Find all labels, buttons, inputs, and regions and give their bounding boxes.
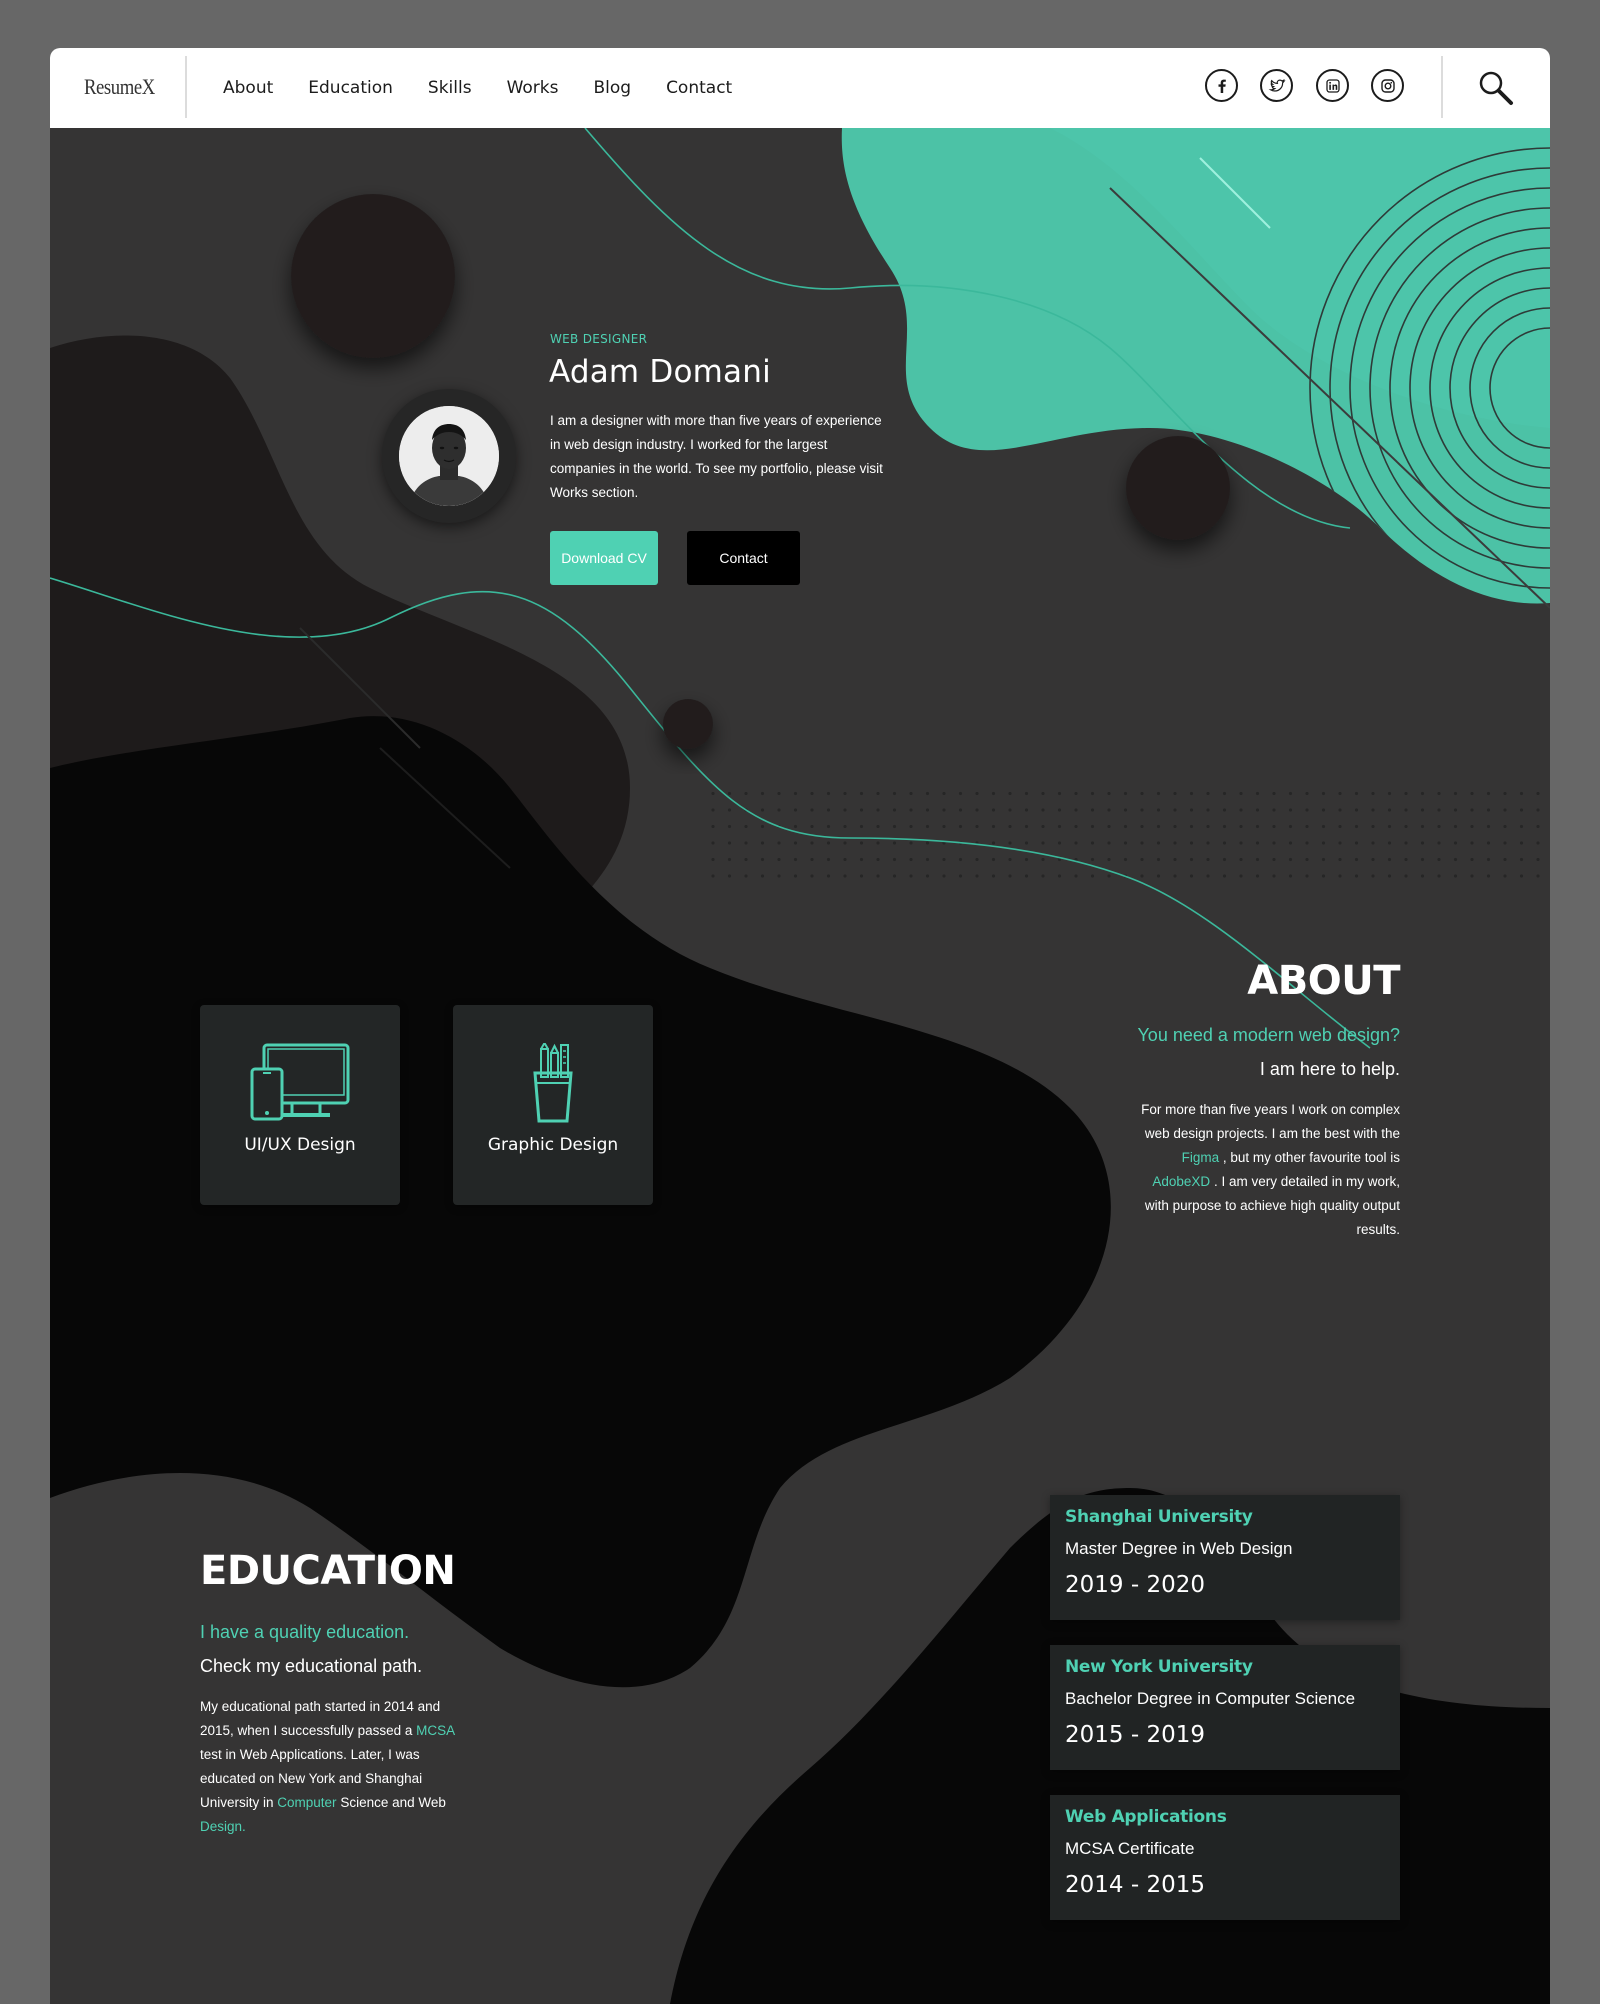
education-text: My educational path started in 2014 and …	[200, 1695, 460, 1839]
about-text: For more than five years I work on compl…	[1130, 1098, 1400, 1242]
main-menu: About Education Skills Works Blog Contac…	[223, 48, 767, 128]
pencil-cup-icon	[533, 1043, 573, 1123]
education-school: Shanghai University	[1065, 1507, 1253, 1527]
education-text-part: My educational path started in 2014 and …	[200, 1699, 441, 1738]
design-link[interactable]: Design.	[200, 1819, 246, 1834]
top-navbar: ResumeX About Education Skills Works Blo…	[50, 48, 1550, 128]
education-card: Web Applications MCSA Certificate 2014 -…	[1050, 1795, 1400, 1920]
devices-icon	[250, 1043, 350, 1121]
mcsa-link[interactable]: MCSA	[416, 1723, 454, 1738]
nav-item-education[interactable]: Education	[308, 78, 393, 98]
hero-role: WEB DESIGNER	[550, 332, 648, 346]
avatar	[399, 406, 499, 506]
hero-name: Adam Domani	[549, 354, 771, 390]
education-subtitle: I have a quality education.	[200, 1622, 410, 1642]
skill-label: UI/UX Design	[244, 1135, 356, 1155]
education-degree: Master Degree in Web Design	[1065, 1539, 1293, 1558]
education-title: EDUCATION	[200, 1548, 456, 1594]
education-degree: Bachelor Degree in Computer Science	[1065, 1689, 1356, 1708]
download-cv-button[interactable]: Download CV	[550, 531, 658, 585]
navbar-divider	[1441, 56, 1443, 118]
education-years: 2015 - 2019	[1065, 1722, 1205, 1748]
page-frame: ResumeX About Education Skills Works Blo…	[50, 48, 1550, 2004]
computer-link[interactable]: Computer	[277, 1795, 336, 1810]
contact-button[interactable]: Contact	[687, 531, 800, 585]
nav-item-contact[interactable]: Contact	[666, 78, 732, 98]
linkedin-icon[interactable]	[1316, 69, 1349, 102]
about-tagline: I am here to help.	[1259, 1059, 1400, 1079]
education-text-part: Science and Web	[336, 1795, 446, 1810]
about-subtitle: You need a modern web design?	[1137, 1025, 1400, 1045]
about-text-part: For more than five years I work on compl…	[1141, 1102, 1400, 1141]
search-icon[interactable]	[1476, 68, 1516, 108]
instagram-icon[interactable]	[1371, 69, 1404, 102]
skill-card-graphic[interactable]: Graphic Design	[453, 1005, 653, 1205]
nav-item-blog[interactable]: Blog	[593, 78, 631, 98]
education-school: Web Applications	[1065, 1807, 1227, 1827]
education-card: Shanghai University Master Degree in Web…	[1050, 1495, 1400, 1620]
nav-item-skills[interactable]: Skills	[428, 78, 472, 98]
about-text-part: , but my other favourite tool is	[1219, 1150, 1400, 1165]
twitter-icon[interactable]	[1260, 69, 1293, 102]
logo[interactable]: ResumeX	[84, 74, 155, 100]
nav-item-works[interactable]: Works	[507, 78, 559, 98]
nav-item-about[interactable]: About	[223, 78, 273, 98]
education-years: 2019 - 2020	[1065, 1572, 1205, 1598]
facebook-icon[interactable]	[1205, 69, 1238, 102]
education-school: New York University	[1065, 1657, 1253, 1677]
education-years: 2014 - 2015	[1065, 1872, 1205, 1898]
education-degree: MCSA Certificate	[1065, 1839, 1195, 1858]
education-card: New York University Bachelor Degree in C…	[1050, 1645, 1400, 1770]
figma-link[interactable]: Figma	[1182, 1150, 1220, 1165]
education-tagline: Check my educational path.	[200, 1656, 423, 1676]
page-content: WEB DESIGNER Adam Domani I am a designer…	[50, 48, 1550, 2004]
skill-label: Graphic Design	[487, 1135, 619, 1155]
adobexd-link[interactable]: AdobeXD	[1152, 1174, 1210, 1189]
about-title: ABOUT	[1247, 958, 1400, 1004]
navbar-divider	[185, 56, 187, 118]
hero-bio: I am a designer with more than five year…	[550, 413, 883, 500]
skill-card-uiux[interactable]: UI/UX Design	[200, 1005, 400, 1205]
